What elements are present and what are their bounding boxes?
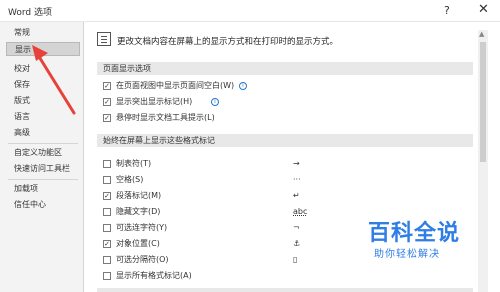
document-display-icon bbox=[97, 32, 111, 46]
scroll-up-icon[interactable]: ▲ bbox=[479, 30, 484, 38]
section-header-formatting-marks: 始终在屏幕上显示这些格式标记 bbox=[97, 134, 473, 147]
help-icon[interactable]: ? bbox=[444, 4, 450, 17]
checkbox[interactable] bbox=[103, 160, 111, 168]
intro-description: 更改文档内容在屏幕上的显示方式和在打印时的显示方式。 bbox=[117, 37, 339, 47]
sidebar-item-general[interactable]: 常规 bbox=[6, 26, 80, 40]
sidebar-item-advanced[interactable]: 高级 bbox=[6, 126, 80, 140]
checkbox[interactable]: ✓ bbox=[103, 192, 111, 200]
sidebar-divider bbox=[8, 143, 78, 144]
info-icon: i bbox=[211, 98, 219, 106]
option-label: 空格(S) bbox=[116, 175, 144, 184]
sidebar-item-trust-center[interactable]: 信任中心 bbox=[6, 198, 80, 212]
checkbox[interactable] bbox=[103, 256, 111, 264]
watermark-slogan: 助你轻松解决 bbox=[374, 249, 440, 260]
anchor-icon: ⚓ bbox=[293, 239, 301, 248]
break-mark-icon: ▯ bbox=[293, 255, 298, 264]
option-label: 可选分隔符(O) bbox=[116, 255, 169, 264]
option-label: 悬停时显示文档工具提示(L) bbox=[116, 113, 215, 122]
option-label: 在页面视图中显示页面间空白(W) bbox=[116, 81, 235, 90]
option-label: 可选连字符(Y) bbox=[116, 223, 168, 232]
scrollbar-thumb[interactable] bbox=[480, 42, 486, 162]
space-mark-icon: ··· bbox=[293, 175, 301, 184]
section-header-page-display: 页面显示选项 bbox=[97, 62, 473, 75]
paragraph-mark-icon: ↵ bbox=[293, 191, 300, 200]
option-label: 对象位置(C) bbox=[116, 239, 160, 248]
red-arrow-annotation bbox=[32, 45, 76, 115]
checkbox[interactable]: ✓ bbox=[103, 114, 111, 122]
option-label: 段落标记(M) bbox=[116, 191, 162, 200]
checkbox[interactable] bbox=[103, 224, 111, 232]
title-bar: Word 选项 ? ✕ bbox=[0, 0, 500, 22]
hidden-text-mark-icon: abc bbox=[293, 207, 308, 216]
tab-mark-icon: → bbox=[293, 159, 300, 168]
option-label: 显示所有格式标记(A) bbox=[116, 271, 192, 280]
vertical-scrollbar[interactable]: ▲ bbox=[478, 30, 488, 292]
option-label: 隐藏文字(D) bbox=[116, 207, 161, 216]
checkbox[interactable]: ✓ bbox=[103, 82, 111, 90]
close-icon[interactable]: ✕ bbox=[478, 2, 489, 17]
hyphen-mark-icon: ¬ bbox=[293, 223, 300, 232]
watermark-title: 百科全说 bbox=[368, 221, 461, 246]
sidebar-item-customize-ribbon[interactable]: 自定义功能区 bbox=[6, 146, 80, 160]
info-icon: i bbox=[239, 82, 247, 90]
option-label: 制表符(T) bbox=[116, 159, 152, 168]
checkbox[interactable]: ✓ bbox=[103, 98, 111, 106]
section-header-cutoff bbox=[97, 288, 473, 292]
checkbox[interactable] bbox=[103, 208, 111, 216]
sidebar-item-add-ins[interactable]: 加载项 bbox=[6, 182, 80, 196]
sidebar-divider bbox=[8, 179, 78, 180]
option-label: 显示突出显示标记(H) bbox=[116, 97, 193, 106]
checkbox[interactable]: ✓ bbox=[103, 240, 111, 248]
checkbox[interactable] bbox=[103, 176, 111, 184]
checkbox[interactable] bbox=[103, 272, 111, 280]
sidebar-item-quick-access-toolbar[interactable]: 快速访问工具栏 bbox=[6, 162, 80, 176]
window-title: Word 选项 bbox=[8, 8, 52, 18]
